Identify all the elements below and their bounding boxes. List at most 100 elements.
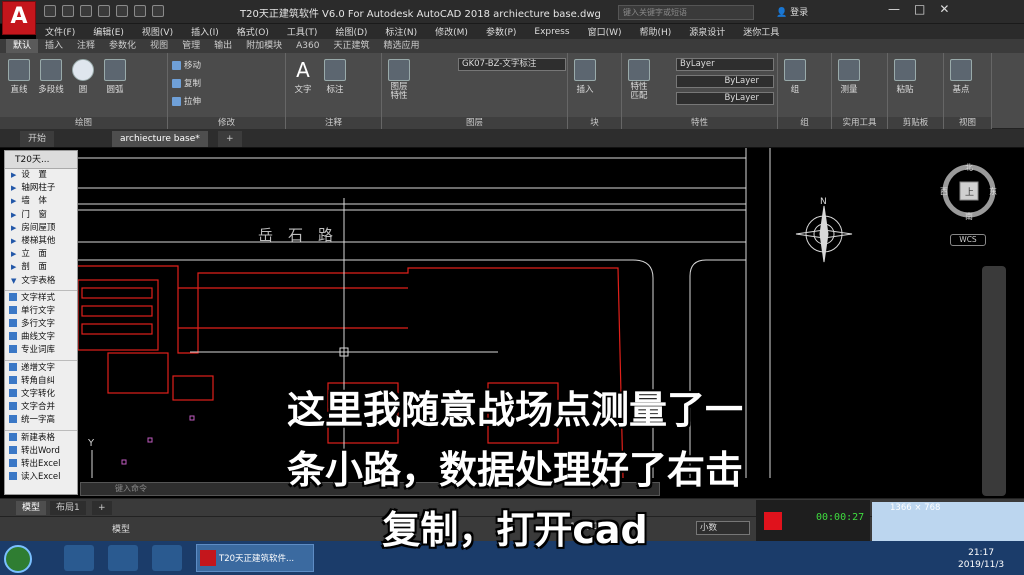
t20-curved-text[interactable]: 曲线文字 — [5, 331, 77, 344]
new-icon[interactable] — [44, 5, 56, 17]
menu-parametric[interactable]: 参数(P) — [477, 25, 525, 38]
menu-modify[interactable]: 修改(M) — [426, 25, 477, 38]
layer-properties-button[interactable]: 图层 特性 — [384, 59, 414, 101]
tab-default[interactable]: 默认 — [6, 39, 39, 53]
move-button[interactable]: 移动 — [172, 59, 201, 71]
new-table-icon — [9, 432, 17, 441]
t20-new-table[interactable]: 新建表格 — [5, 432, 77, 445]
maximize-icon[interactable]: □ — [914, 2, 925, 16]
tab-view[interactable]: 视图 — [143, 39, 175, 53]
t20-text-merge[interactable]: 文字合并 — [5, 401, 77, 414]
t20-professional-lexicon[interactable]: 专业词库 — [5, 344, 77, 357]
new-tab-button[interactable]: + — [218, 131, 242, 147]
t20-rotation-correct[interactable]: 转角自纠 — [5, 375, 77, 388]
circle-button[interactable]: 圆 — [68, 59, 98, 95]
menu-draw[interactable]: 绘图(D) — [326, 25, 376, 38]
tab-manage[interactable]: 管理 — [175, 39, 207, 53]
tab-drawing[interactable]: archiecture base* — [112, 131, 208, 147]
match-properties-button[interactable]: 特性 匹配 — [624, 59, 654, 101]
t20-taskbar-icon[interactable] — [64, 545, 94, 571]
undo-icon[interactable] — [134, 5, 146, 17]
t20-item-walls[interactable]: ▶ 墙 体 — [5, 195, 77, 208]
tab-parametric[interactable]: 参数化 — [102, 39, 143, 53]
t20-item-grid-columns[interactable]: ▶ 轴网柱子 — [5, 182, 77, 195]
saveas-icon[interactable] — [98, 5, 110, 17]
group-button[interactable]: 组 — [780, 59, 810, 95]
t20-item-rooms-roofs[interactable]: ▶ 房间屋顶 — [5, 222, 77, 235]
t20-increment-text[interactable]: 递增文字 — [5, 362, 77, 375]
tab-featured[interactable]: 精选应用 — [376, 39, 426, 53]
base-point-button[interactable]: 基点 — [946, 59, 976, 95]
t20-item-doors-windows[interactable]: ▶ 门 窗 — [5, 209, 77, 222]
view-cube[interactable]: 北 南 东 西 上 — [940, 162, 998, 221]
t20-text-style[interactable]: 文字样式 — [5, 292, 77, 305]
polyline-button[interactable]: 多段线 — [36, 59, 66, 95]
dimension-button[interactable]: 标注 — [320, 59, 350, 95]
lineweight-dropdown[interactable]: ByLayer — [676, 92, 774, 105]
t20-item-stairs-other[interactable]: ▶ 楼梯其他 — [5, 235, 77, 248]
t20-export-excel[interactable]: 转出Excel — [5, 458, 77, 471]
search-input[interactable]: 键入关键字或短语 — [618, 5, 754, 20]
start-button[interactable] — [4, 545, 32, 573]
tab-output[interactable]: 输出 — [207, 39, 239, 53]
redo-icon[interactable] — [152, 5, 164, 17]
t20-item-elevation[interactable]: ▶ 立 面 — [5, 248, 77, 261]
tab-layout1[interactable]: 布局1 — [50, 501, 86, 515]
linetype-dropdown[interactable]: ByLayer — [676, 75, 774, 88]
menu-yuanquan[interactable]: 源泉设计 — [680, 25, 734, 38]
minimize-icon[interactable]: — — [888, 2, 900, 16]
menu-view[interactable]: 视图(V) — [133, 25, 182, 38]
t20-item-text-tables[interactable]: ▼ 文字表格 — [5, 275, 77, 288]
tab-addins[interactable]: 附加模块 — [239, 39, 289, 53]
add-layout-button[interactable]: + — [92, 501, 112, 515]
measure-button[interactable]: 测量 — [834, 59, 864, 95]
t20-export-word[interactable]: 转出Word — [5, 445, 77, 458]
t20-unify-height[interactable]: 统一字高 — [5, 414, 77, 427]
t20-item-section[interactable]: ▶ 剖 面 — [5, 261, 77, 274]
print-icon[interactable] — [116, 5, 128, 17]
menu-help[interactable]: 帮助(H) — [630, 25, 680, 38]
cube-east: 东 — [989, 186, 997, 196]
layer-dropdown[interactable]: GK07-BZ-文字标注 — [458, 58, 566, 71]
app-menu-button[interactable]: A — [2, 1, 36, 35]
t20-text-convert[interactable]: 文字转化 — [5, 388, 77, 401]
system-clock[interactable]: 21:17 2019/11/3 — [958, 547, 1004, 571]
t20-panel-title[interactable]: T20天... — [5, 151, 77, 169]
menu-mini-tools[interactable]: 迷你工具 — [734, 25, 788, 38]
text-button[interactable]: A 文字 — [288, 59, 318, 95]
menu-dimension[interactable]: 标注(N) — [376, 25, 426, 38]
triangle-right-icon: ▶ — [11, 171, 17, 179]
insert-block-button[interactable]: 插入 — [570, 59, 600, 95]
arc-button[interactable]: 圆弧 — [100, 59, 130, 95]
login-link[interactable]: 👤 登录 — [776, 5, 808, 18]
close-icon[interactable]: ✕ — [939, 2, 949, 16]
menu-window[interactable]: 窗口(W) — [579, 25, 631, 38]
save-icon[interactable] — [80, 5, 92, 17]
copy-button[interactable]: 复制 — [172, 77, 201, 89]
menu-insert[interactable]: 插入(I) — [182, 25, 228, 38]
open-icon[interactable] — [62, 5, 74, 17]
t20-single-line-text[interactable]: 单行文字 — [5, 305, 77, 318]
tab-a360[interactable]: A360 — [289, 39, 326, 53]
menu-express[interactable]: Express — [525, 27, 578, 37]
wcs-dropdown[interactable]: WCS — [950, 234, 986, 246]
t20-import-excel[interactable]: 读入Excel — [5, 471, 77, 484]
menu-edit[interactable]: 编辑(E) — [84, 25, 133, 38]
navigation-bar[interactable] — [982, 266, 1006, 496]
menu-tools[interactable]: 工具(T) — [278, 25, 327, 38]
tab-model[interactable]: 模型 — [16, 501, 47, 515]
stretch-button[interactable]: 拉伸 — [172, 95, 201, 107]
t20-item-settings[interactable]: ▶ 设 置 — [5, 169, 77, 182]
line-button[interactable]: 直线 — [4, 59, 34, 95]
tab-tangent[interactable]: 天正建筑 — [326, 39, 376, 53]
subtitle-line: 复制，打开cad — [382, 508, 648, 552]
tab-annotate[interactable]: 注释 — [70, 39, 102, 53]
menu-format[interactable]: 格式(O) — [228, 25, 278, 38]
tab-insert[interactable]: 插入 — [38, 39, 70, 53]
paste-button[interactable]: 粘贴 — [890, 59, 920, 95]
base-point-icon — [950, 59, 972, 81]
t20-multi-line-text[interactable]: 多行文字 — [5, 318, 77, 331]
menu-file[interactable]: 文件(F) — [36, 25, 84, 38]
tab-start[interactable]: 开始 — [20, 131, 55, 147]
color-dropdown[interactable]: ByLayer — [676, 58, 774, 71]
